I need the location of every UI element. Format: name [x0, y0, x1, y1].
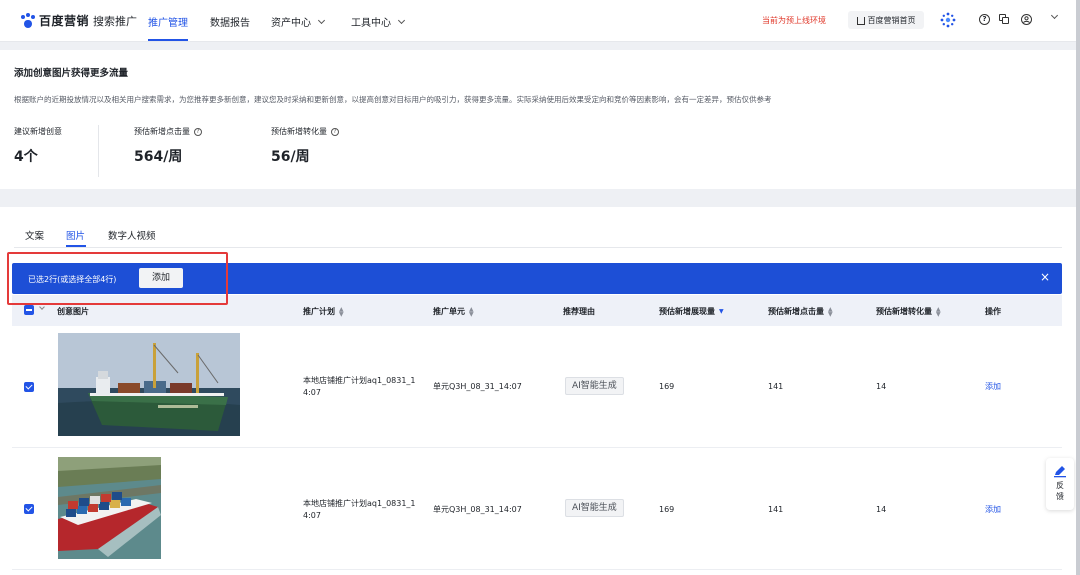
chevron-down-icon: [317, 16, 326, 24]
header-text: 操作: [985, 307, 1001, 316]
plan-text-line1: 本地店铺推广计划aq1_0831_1: [303, 499, 416, 508]
header-text: 预估新增转化量: [876, 307, 932, 316]
metric-value-suggested-creatives: 4个: [14, 149, 38, 165]
cell-impressions: 169: [659, 382, 675, 391]
add-link[interactable]: 添加: [985, 504, 1001, 516]
chevron-down-icon: [397, 16, 406, 24]
home-icon: [856, 17, 865, 25]
cell-plan: 本地店铺推广计划aq1_0831_1 4:07: [303, 375, 416, 399]
metric-label-text: 预估新增转化量: [271, 127, 327, 136]
tab-digital-human-video[interactable]: 数字人视频: [108, 228, 156, 242]
ai-generated-tag: AI智能生成: [565, 499, 624, 517]
home-button-label: 百度营销首页: [867, 15, 916, 25]
row-divider: [12, 569, 1062, 570]
metric-label-est-conversions: 预估新增转化量 ?: [271, 126, 339, 137]
feedback-label-1: 反: [1056, 481, 1064, 490]
metric-value-est-clicks: 564/周: [134, 149, 183, 165]
tab-copywriting[interactable]: 文案: [25, 228, 44, 242]
summary-description: 根据账户的近期投放情况以及相关用户搜索需求，为您推荐更多新创意，建议您及时采纳和…: [14, 95, 772, 104]
marketing-home-button[interactable]: 百度营销首页: [848, 11, 924, 29]
column-header-conversions[interactable]: 预估新增转化量 ▲ ▼: [876, 306, 941, 317]
edit-pen-icon: [1054, 466, 1066, 478]
header-text: 预估新增展现量: [659, 307, 715, 316]
add-link[interactable]: 添加: [985, 381, 1001, 393]
plan-text-line2: 4:07: [303, 511, 321, 520]
cell-conversions: 14: [876, 505, 887, 514]
plan-text-line1: 本地店铺推广计划aq1_0831_1: [303, 376, 416, 385]
nav-data-report[interactable]: 数据报告: [210, 14, 250, 29]
nav-label: 资产中心: [271, 18, 311, 29]
tabs-divider: [14, 247, 1062, 248]
tab-images[interactable]: 图片: [66, 228, 85, 242]
column-header-impressions[interactable]: 预估新增展现量 ▼: [659, 306, 724, 317]
cell-clicks: 141: [768, 382, 784, 391]
nav-active-indicator: [148, 39, 188, 41]
header-text: 创意图片: [57, 307, 89, 316]
brand-product: 搜索推广: [93, 14, 138, 28]
cell-unit: 单元Q3H_08_31_14:07: [433, 382, 522, 391]
column-header-actions: 操作: [985, 306, 1001, 317]
row-divider: [12, 447, 1062, 448]
question-circle-icon[interactable]: ?: [194, 127, 202, 136]
chevron-down-icon[interactable]: [1050, 11, 1059, 20]
creative-image-container-ship[interactable]: [58, 457, 161, 559]
recommendation-summary-card: 添加创意图片获得更多流量 根据账户的近期投放情况以及相关用户搜索需求，为您推荐更…: [0, 50, 1076, 189]
cell-clicks: 141: [768, 505, 784, 514]
nav-label: 数据报告: [210, 18, 250, 29]
close-icon[interactable]: ×: [1040, 271, 1050, 283]
header-text: 推广计划: [303, 307, 335, 316]
cell-plan: 本地店铺推广计划aq1_0831_1 4:07: [303, 498, 416, 522]
chevron-down-icon[interactable]: [39, 304, 45, 310]
cell-conversions: 14: [876, 382, 887, 391]
paw-logo-icon: [20, 12, 36, 29]
nav-promotion-management[interactable]: 推广管理: [148, 14, 188, 29]
question-circle-icon[interactable]: ?: [331, 127, 339, 136]
column-header-reason: 推荐理由: [563, 306, 595, 317]
column-header-image: 创意图片: [57, 306, 89, 317]
sort-icon[interactable]: ▲ ▼: [936, 306, 941, 317]
sort-icon[interactable]: ▲ ▼: [339, 306, 344, 317]
help-icon[interactable]: ?: [979, 14, 990, 25]
cell-unit: 单元Q3H_08_31_14:07: [433, 505, 522, 514]
nav-tool-center[interactable]: 工具中心: [351, 14, 406, 29]
header-text: 预估新增点击量: [768, 307, 824, 316]
sort-icon[interactable]: ▲ ▼: [469, 306, 474, 317]
environment-notice: 当前为预上线环境: [762, 16, 826, 25]
creative-image-cargo-ship[interactable]: [58, 333, 240, 436]
nav-label: 工具中心: [351, 18, 391, 29]
column-header-unit[interactable]: 推广单元 ▲ ▼: [433, 306, 474, 317]
highlight-annotation-box: [7, 252, 228, 305]
metric-label-text: 建议新增创意: [14, 127, 62, 136]
cell-impressions: 169: [659, 505, 675, 514]
row-checkbox[interactable]: [24, 504, 34, 514]
ai-assistant-icon[interactable]: [940, 12, 956, 28]
sort-desc-icon[interactable]: ▼: [719, 309, 724, 315]
select-all-checkbox[interactable]: [24, 305, 34, 315]
column-header-clicks[interactable]: 预估新增点击量 ▲ ▼: [768, 306, 833, 317]
copy-icon[interactable]: [999, 14, 1009, 24]
nav-asset-center[interactable]: 资产中心: [271, 14, 326, 29]
metric-label-text: 预估新增点击量: [134, 127, 190, 136]
page-scrollbar[interactable]: [1076, 0, 1080, 575]
brand-name: 百度营销: [39, 14, 90, 28]
feedback-button[interactable]: 反 馈: [1046, 458, 1074, 510]
metric-value-est-conversions: 56/周: [271, 149, 310, 165]
nav-label: 推广管理: [148, 18, 188, 29]
row-checkbox[interactable]: [24, 382, 34, 392]
feedback-label-2: 馈: [1056, 492, 1064, 501]
top-navigation-bar: 百度营销 搜索推广 推广管理 数据报告 资产中心 工具中心 当前为预上线环境 百…: [0, 0, 1080, 42]
plan-text-line2: 4:07: [303, 388, 321, 397]
user-icon[interactable]: [1021, 14, 1032, 25]
brand-logo[interactable]: 百度营销 搜索推广: [20, 12, 137, 29]
metric-label-suggested-creatives: 建议新增创意: [14, 126, 62, 137]
column-header-plan[interactable]: 推广计划 ▲ ▼: [303, 306, 344, 317]
summary-title: 添加创意图片获得更多流量: [14, 68, 129, 79]
header-text: 推荐理由: [563, 307, 595, 316]
sort-icon[interactable]: ▲ ▼: [828, 306, 833, 317]
header-text: 推广单元: [433, 307, 465, 316]
metric-divider: [98, 125, 99, 177]
metric-label-est-clicks: 预估新增点击量 ?: [134, 126, 202, 137]
ai-generated-tag: AI智能生成: [565, 377, 624, 395]
